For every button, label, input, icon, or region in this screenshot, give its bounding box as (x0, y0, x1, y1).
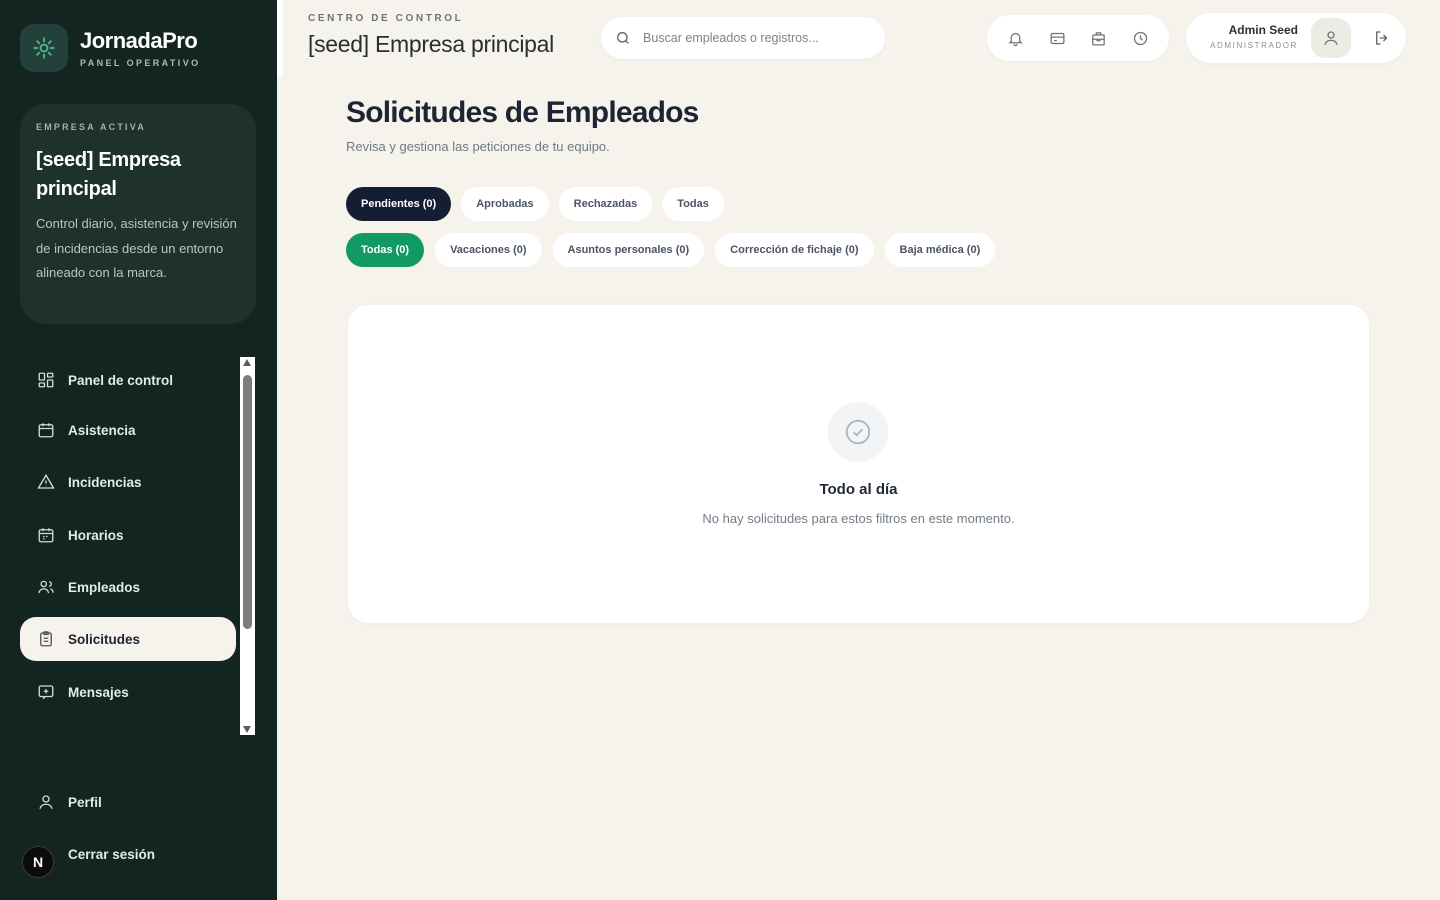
sidebar-item-label: Incidencias (68, 474, 142, 490)
company-name: [seed] Empresa principal (36, 149, 181, 200)
filter-vacaciones[interactable]: Vacaciones (0) (435, 233, 542, 267)
clipboard-icon (36, 629, 56, 649)
sidebar-item-label: Mensajes (68, 684, 129, 700)
header-divider (277, 0, 283, 76)
scroll-up-arrow-icon[interactable] (243, 359, 251, 366)
sidebar-item-label: Horarios (68, 527, 124, 543)
logout-icon (1376, 31, 1388, 45)
user-role: ADMINISTRADOR (1210, 41, 1298, 50)
tab-pendientes[interactable]: Pendientes (0) (346, 187, 452, 221)
user-icon (1324, 31, 1338, 45)
sidebar-item-incidencias[interactable]: Incidencias (20, 460, 236, 504)
user-name: Admin Seed (1228, 23, 1298, 37)
sidebar-item-label: Solicitudes (68, 631, 141, 647)
sidebar-item-label: Perfil (68, 794, 102, 810)
card-icon[interactable] (1041, 22, 1073, 54)
search-icon (615, 29, 633, 47)
filter-baja-medica[interactable]: Baja médica (0) (884, 233, 996, 267)
type-filter-tabs: Todas (0) Vacaciones (0) Asuntos persona… (346, 233, 996, 267)
sidebar-nav: Panel de control Asistencia Incidencias … (20, 356, 236, 734)
company-kicker: EMPRESA ACTIVA (36, 122, 146, 132)
brand-subtitle: PANEL OPERATIVO (80, 58, 201, 68)
bell-icon[interactable] (1000, 22, 1032, 54)
user-icon (36, 792, 56, 812)
logout-button[interactable] (1366, 22, 1398, 54)
schedule-icon (36, 525, 56, 545)
sidebar-item-perfil[interactable]: Perfil (20, 782, 236, 822)
status-tabs: Pendientes (0) Aprobadas Rechazadas Toda… (346, 187, 724, 221)
users-icon (36, 577, 56, 597)
page-subtitle: Revisa y gestiona las peticiones de tu e… (346, 139, 610, 154)
company-card: EMPRESA ACTIVA [seed] Empresa principal … (20, 104, 256, 324)
sidebar-item-empleados[interactable]: Empleados (20, 565, 236, 609)
message-icon (36, 682, 56, 702)
search-bar[interactable] (601, 17, 885, 59)
header-icon-group (987, 15, 1169, 61)
sidebar-item-asistencia[interactable]: Asistencia (20, 408, 236, 452)
brand[interactable]: JornadaPro PANEL OPERATIVO (20, 24, 201, 72)
filter-asuntos-personales[interactable]: Asuntos personales (0) (552, 233, 705, 267)
empty-state-text: No hay solicitudes para estos filtros en… (702, 511, 1015, 526)
warning-icon (36, 472, 56, 492)
building-icon[interactable] (1083, 22, 1115, 54)
tab-rechazadas[interactable]: Rechazadas (558, 187, 653, 221)
tab-todas[interactable]: Todas (662, 187, 724, 221)
header-kicker: CENTRO DE CONTROL (308, 13, 464, 24)
sidebar-item-panel[interactable]: Panel de control (20, 358, 236, 402)
brand-name: JornadaPro (80, 28, 198, 53)
sidebar-item-label: Asistencia (68, 422, 136, 438)
empty-state-title: Todo al día (819, 481, 898, 498)
user-menu[interactable]: Admin Seed ADMINISTRADOR (1186, 13, 1406, 63)
n-badge-icon[interactable]: N (22, 846, 54, 878)
sidebar-item-mensajes[interactable]: Mensajes (20, 670, 236, 714)
sidebar-item-solicitudes[interactable]: Solicitudes (20, 617, 236, 661)
header-title: [seed] Empresa principal (308, 31, 554, 57)
company-description: Control diario, asistencia y revisión de… (36, 216, 237, 280)
sidebar: JornadaPro PANEL OPERATIVO EMPRESA ACTIV… (0, 0, 277, 900)
tab-aprobadas[interactable]: Aprobadas (461, 187, 549, 221)
check-circle-icon (828, 402, 888, 462)
sidebar-item-horarios[interactable]: Horarios (20, 513, 236, 557)
sidebar-item-label: Empleados (68, 579, 141, 595)
scroll-down-arrow-icon[interactable] (243, 726, 251, 733)
calendar-icon (36, 420, 56, 440)
avatar[interactable] (1311, 18, 1351, 58)
sidebar-item-label: Panel de control (68, 372, 174, 388)
sidebar-item-label: Cerrar sesión (68, 846, 156, 862)
clock-icon[interactable] (1124, 22, 1156, 54)
dashboard-icon (36, 370, 56, 390)
scrollbar-thumb[interactable] (243, 375, 252, 629)
empty-state-card: Todo al día No hay solicitudes para esto… (348, 305, 1369, 623)
filter-todas[interactable]: Todas (0) (346, 233, 425, 267)
page-title: Solicitudes de Empleados (346, 96, 699, 129)
sidebar-scrollbar[interactable] (240, 357, 255, 735)
filter-correccion-fichaje[interactable]: Corrección de fichaje (0) (715, 233, 874, 267)
search-input[interactable] (643, 31, 863, 45)
brand-logo-icon (20, 24, 68, 72)
